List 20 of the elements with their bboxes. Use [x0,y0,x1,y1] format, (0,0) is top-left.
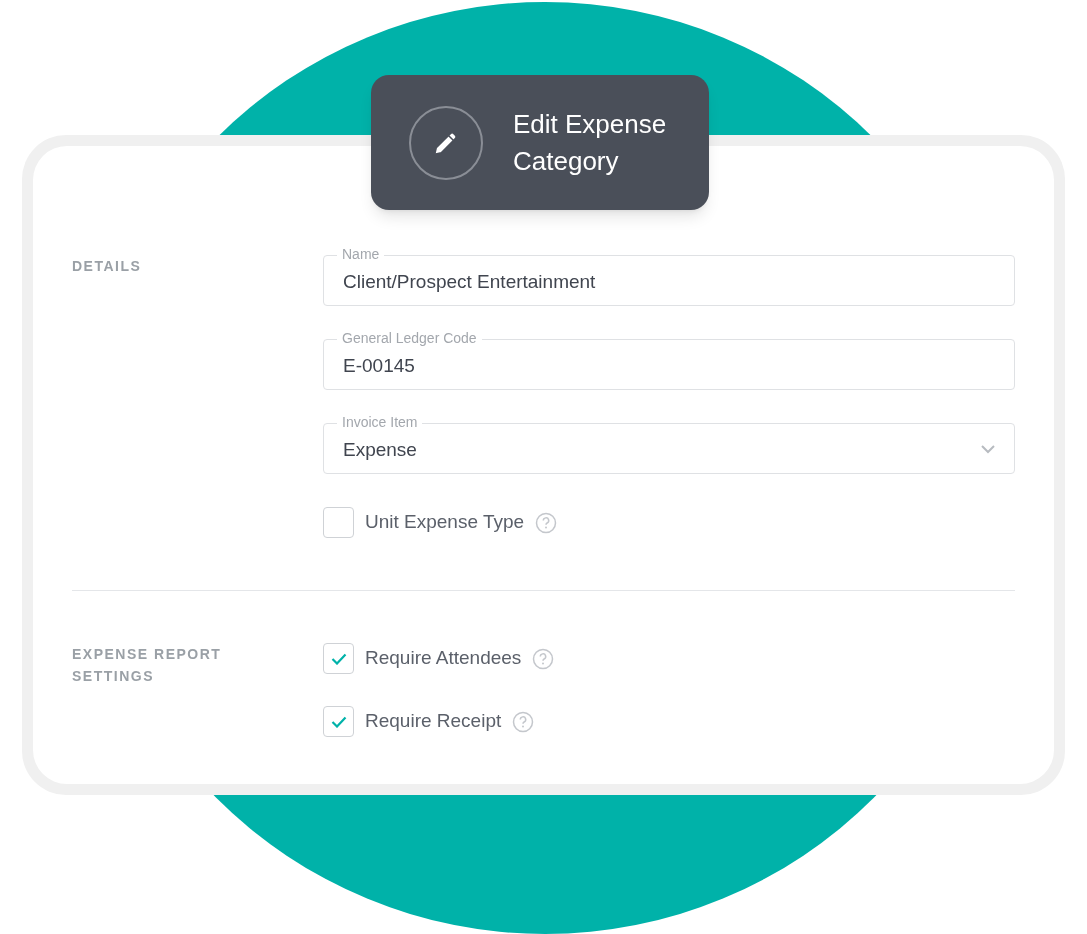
check-icon [330,652,347,665]
help-icon[interactable] [532,647,555,670]
field-label: General Ledger Code [337,329,482,347]
section-label: DETAILS [72,257,143,276]
dialog-title: Edit Expense Category [513,107,668,178]
checkbox-label: Require Attendees [365,646,522,671]
field-value: E-00145 [343,353,416,378]
checkbox[interactable] [323,507,354,538]
chevron-down-icon [980,443,996,454]
edit-pencil-icon [409,105,483,180]
checkbox[interactable] [323,706,354,737]
field-value: Expense [343,437,418,462]
help-icon[interactable] [512,710,535,733]
check-icon [330,715,347,728]
field-value: Client/Prospect Entertainment [343,269,597,294]
section-label: EXPENSE REPORT SETTINGS [72,645,223,686]
checkbox-label: Require Receipt [365,709,502,734]
help-icon[interactable] [535,511,558,534]
checkbox-label: Unit Expense Type [365,510,525,535]
checkbox[interactable] [323,643,354,674]
